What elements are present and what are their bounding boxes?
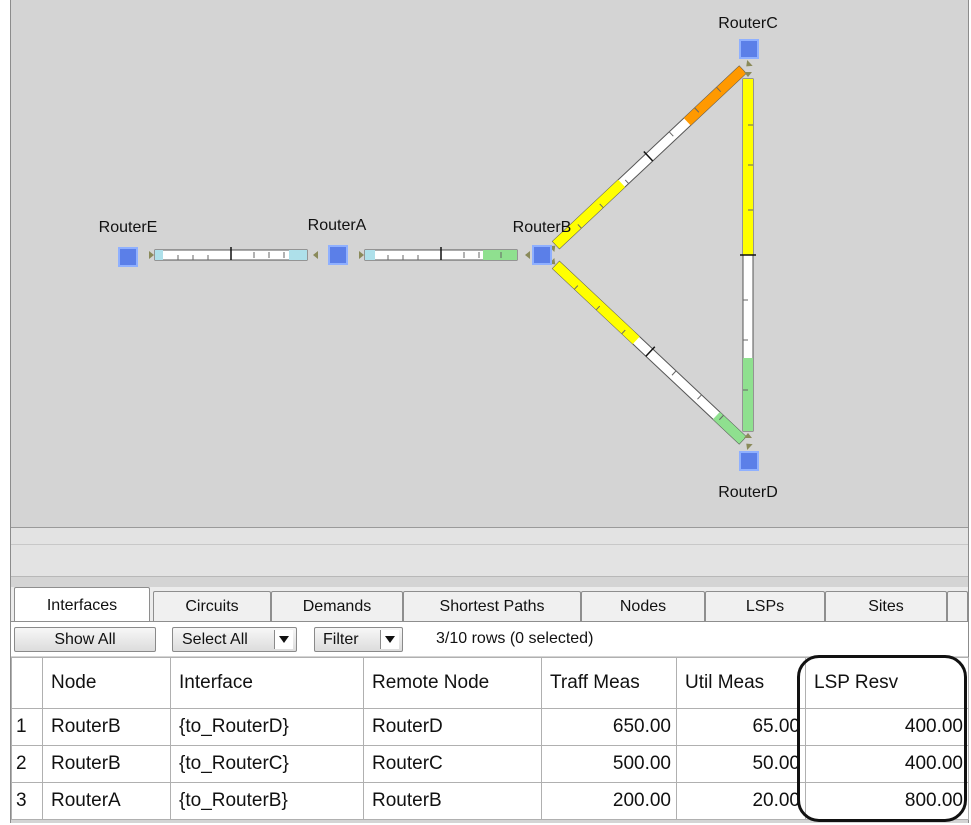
select-all-label: Select All xyxy=(182,631,248,648)
chevron-down-icon[interactable] xyxy=(274,630,293,649)
show-all-label: Show All xyxy=(54,631,116,648)
column-header-remote-node[interactable]: Remote Node xyxy=(363,657,542,709)
link-routerc-routerd[interactable] xyxy=(740,72,756,438)
cell-traff-meas[interactable]: 650.00 xyxy=(541,708,677,746)
table-row[interactable]: 3 RouterA {to_RouterB} RouterB 200.00 20… xyxy=(11,782,969,820)
cell-interface[interactable]: {to_RouterB} xyxy=(170,782,364,820)
node-label-routerd: RouterD xyxy=(718,484,778,501)
cell-util-meas[interactable]: 65.00 xyxy=(676,708,806,746)
tab-overflow[interactable] xyxy=(947,591,968,621)
cell-interface[interactable]: {to_RouterC} xyxy=(170,745,364,783)
cell-remote-node[interactable]: RouterD xyxy=(363,708,542,746)
table-tabs: Interfaces Circuits Demands Shortest Pat… xyxy=(11,587,968,621)
cell-lsp-resv[interactable]: 400.00 xyxy=(805,708,969,746)
node-routerd[interactable]: RouterD xyxy=(718,451,778,501)
cell-traff-meas[interactable]: 200.00 xyxy=(541,782,677,820)
table-header-row: Node Interface Remote Node Traff Meas Ut… xyxy=(11,657,969,709)
cell-node[interactable]: RouterA xyxy=(42,782,171,820)
row-index: 1 xyxy=(11,708,43,746)
node-label-routere: RouterE xyxy=(99,219,158,236)
cell-lsp-resv[interactable]: 400.00 xyxy=(805,745,969,783)
tab-shortest-paths[interactable]: Shortest Paths xyxy=(403,591,581,621)
row-index: 3 xyxy=(11,782,43,820)
node-label-routerb: RouterB xyxy=(513,219,572,236)
table-row[interactable]: 1 RouterB {to_RouterD} RouterD 650.00 65… xyxy=(11,708,969,746)
splitter-grip xyxy=(11,544,968,545)
column-header-util-meas[interactable]: Util Meas xyxy=(676,657,806,709)
tab-nodes[interactable]: Nodes xyxy=(581,591,705,621)
column-header-traff-meas[interactable]: Traff Meas xyxy=(541,657,677,709)
filter-dropdown[interactable]: Filter xyxy=(314,627,403,652)
link-routerb-routerd[interactable] xyxy=(548,255,755,451)
column-header-index xyxy=(11,657,43,709)
row-count-status: 3/10 rows (0 selected) xyxy=(436,630,594,647)
chevron-down-icon[interactable] xyxy=(380,630,399,649)
cell-remote-node[interactable]: RouterB xyxy=(363,782,542,820)
cell-traff-meas[interactable]: 500.00 xyxy=(541,745,677,783)
link-routerb-routerc[interactable] xyxy=(546,57,753,253)
tab-sites[interactable]: Sites xyxy=(825,591,947,621)
row-index: 2 xyxy=(11,745,43,783)
node-label-routerc: RouterC xyxy=(718,15,778,32)
select-all-dropdown[interactable]: Select All xyxy=(172,627,297,652)
tab-demands[interactable]: Demands xyxy=(271,591,403,621)
column-header-interface[interactable]: Interface xyxy=(170,657,364,709)
table-toolbar: Show All Select All Filter 3/10 rows (0 … xyxy=(11,621,968,656)
filter-label: Filter xyxy=(323,631,359,648)
cell-node[interactable]: RouterB xyxy=(42,745,171,783)
network-map-svg: RouterE RouterA RouterB RouterC RouterD xyxy=(99,15,778,501)
tab-lsps[interactable]: LSPs xyxy=(705,591,825,621)
panel-splitter[interactable] xyxy=(11,528,968,577)
column-header-lsp-resv[interactable]: LSP Resv xyxy=(805,657,969,709)
cell-util-meas[interactable]: 20.00 xyxy=(676,782,806,820)
cell-node[interactable]: RouterB xyxy=(42,708,171,746)
cell-interface[interactable]: {to_RouterD} xyxy=(170,708,364,746)
cell-util-meas[interactable]: 50.00 xyxy=(676,745,806,783)
node-routerc[interactable]: RouterC xyxy=(718,15,778,59)
show-all-button[interactable]: Show All xyxy=(14,627,156,652)
node-label-routera: RouterA xyxy=(308,217,367,234)
link-routere-routera[interactable] xyxy=(149,247,318,261)
link-routera-routerb[interactable] xyxy=(359,247,530,261)
tab-circuits[interactable]: Circuits xyxy=(153,591,271,621)
cell-remote-node[interactable]: RouterC xyxy=(363,745,542,783)
tab-interfaces[interactable]: Interfaces xyxy=(14,587,150,621)
network-map-canvas[interactable]: RouterE RouterA RouterB RouterC RouterD xyxy=(11,0,968,528)
cell-lsp-resv[interactable]: 800.00 xyxy=(805,782,969,820)
node-routere[interactable]: RouterE xyxy=(99,219,158,267)
table-row[interactable]: 2 RouterB {to_RouterC} RouterC 500.00 50… xyxy=(11,745,969,783)
column-header-node[interactable]: Node xyxy=(42,657,171,709)
interfaces-table: Node Interface Remote Node Traff Meas Ut… xyxy=(11,657,969,820)
